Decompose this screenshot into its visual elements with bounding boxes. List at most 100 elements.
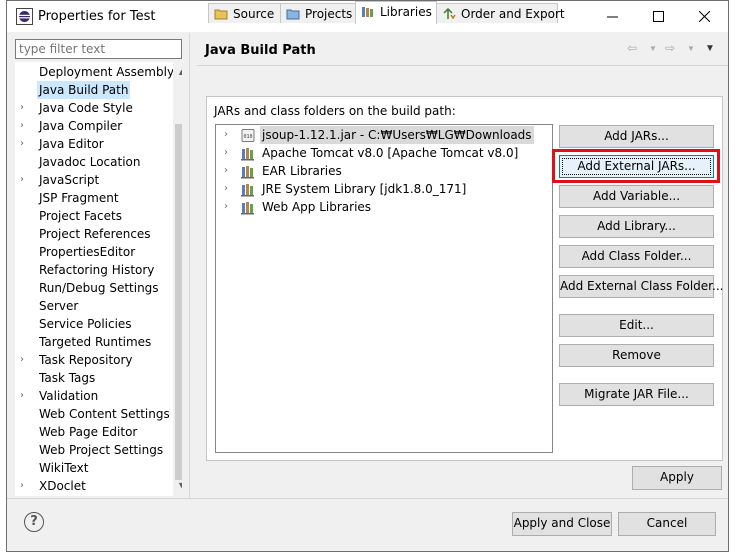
tab-libraries[interactable]: Libraries (355, 1, 437, 24)
tree-item[interactable]: JSP Fragment (15, 189, 165, 207)
tree-item-label: Project References (39, 227, 151, 241)
scroll-up-icon[interactable]: ▲ (173, 64, 182, 81)
tree-item[interactable]: Project References (15, 225, 165, 243)
sash[interactable] (189, 33, 190, 498)
expand-arrow-icon[interactable]: › (20, 351, 32, 369)
add-jars-button[interactable]: Add JARs... (559, 125, 714, 148)
apply-and-close-button[interactable]: Apply and Close (512, 512, 612, 536)
library-icon (240, 146, 256, 161)
scroll-thumb[interactable] (175, 124, 182, 480)
tree-item[interactable]: › Java Compiler (15, 117, 165, 135)
expand-arrow-icon[interactable]: › (20, 117, 32, 135)
library-icon (240, 200, 256, 215)
eclipse-icon (16, 8, 33, 25)
forward-menu-icon[interactable]: ▼ (687, 44, 695, 53)
window-title: Properties for Test (38, 9, 156, 24)
close-button[interactable] (681, 1, 727, 32)
library-entry-label: jsoup-1.12.1.jar - C:₩Users₩LG₩Downloads (260, 126, 534, 144)
tree-item-label: Refactoring History (39, 263, 155, 277)
tree-item[interactable]: Task Tags (15, 369, 165, 387)
minimize-button[interactable] (589, 1, 635, 32)
edit-button[interactable]: Edit... (559, 314, 714, 337)
add-external-jars-button[interactable]: Add External JARs... (559, 155, 714, 178)
expand-arrow-icon[interactable]: › (20, 135, 32, 153)
tree-item[interactable]: Run/Debug Settings (15, 279, 165, 297)
library-entry-label: Apache Tomcat v8.0 [Apache Tomcat v8.0] (262, 146, 519, 160)
tree-item[interactable]: Project Facets (15, 207, 165, 225)
tree-item-label: Deployment Assembly (39, 65, 175, 79)
tree-item-label: Javadoc Location (39, 155, 141, 169)
source-folder-icon (214, 9, 228, 20)
tree-scrollbar[interactable]: ▲ ▼ (173, 62, 182, 496)
jar-icon: 010 (240, 128, 256, 143)
help-icon[interactable]: ? (24, 512, 44, 532)
libraries-caption: JARs and class folders on the build path… (214, 104, 456, 118)
back-icon[interactable]: ⇦ (627, 41, 637, 55)
view-menu-icon[interactable]: ▼ (705, 43, 715, 54)
cancel-button[interactable]: Cancel (618, 512, 716, 536)
tree-item[interactable]: › XDoclet (15, 477, 165, 495)
add-variable-button[interactable]: Add Variable... (559, 185, 714, 208)
tree-item-label: JSP Fragment (39, 191, 119, 205)
libraries-panel: JARs and class folders on the build path… (206, 96, 723, 461)
tree-item[interactable]: › Java Editor (15, 135, 165, 153)
tab-order-export[interactable]: Order and Export (436, 3, 565, 23)
tree-item-label: Java Editor (39, 137, 104, 151)
library-entry-label: JRE System Library [jdk1.8.0_171] (262, 182, 467, 196)
expand-arrow-icon[interactable]: › (20, 171, 32, 189)
add-external-class-folder-button[interactable]: Add External Class Folder... (559, 275, 723, 298)
expand-arrow-icon[interactable]: › (20, 99, 32, 117)
expand-arrow-icon[interactable]: › (224, 126, 228, 144)
property-tree: Deployment Assembly Java Build Path › Java … (15, 62, 182, 496)
properties-dialog: Properties for Test Deployment Assembly J… (6, 0, 729, 552)
tree-item[interactable]: Service Policies (15, 315, 165, 333)
tree-item[interactable]: › JavaScript (15, 171, 165, 189)
header-separator (197, 65, 728, 66)
expand-arrow-icon[interactable]: › (224, 198, 228, 216)
minimize-icon (606, 16, 618, 18)
tree-item[interactable]: Deployment Assembly (15, 63, 174, 81)
tree-item[interactable]: Web Project Settings (15, 441, 165, 459)
tree-item[interactable]: Targeted Runtimes (15, 333, 165, 351)
library-entry-label: Web App Libraries (262, 200, 372, 214)
tree-item[interactable]: Java Build Path (15, 81, 165, 99)
tree-item[interactable]: › Task Repository (15, 351, 165, 369)
tree-item[interactable]: › Java Code Style (15, 99, 165, 117)
tree-item-label: Java Compiler (39, 119, 123, 133)
scroll-down-icon[interactable]: ▼ (173, 477, 182, 494)
maximize-button[interactable] (635, 1, 681, 32)
remove-button[interactable]: Remove (559, 344, 714, 367)
libraries-icon (362, 7, 373, 17)
tab-projects[interactable]: Projects (280, 3, 356, 23)
tree-item[interactable]: PropertiesEditor (15, 243, 165, 261)
maximize-icon (652, 11, 664, 22)
expand-arrow-icon[interactable]: › (224, 162, 228, 180)
tree-item[interactable]: › Validation (15, 387, 165, 405)
apply-button[interactable]: Apply (632, 466, 722, 490)
forward-icon[interactable]: ⇨ (665, 41, 675, 55)
filter-input[interactable] (15, 39, 182, 59)
tree-item[interactable]: Web Page Editor (15, 423, 165, 441)
tree-item-label: Web Project Settings (39, 443, 164, 457)
tree-item[interactable]: WikiText (15, 459, 165, 477)
tree-item-label: Web Content Settings (39, 407, 170, 421)
tree-item[interactable]: Javadoc Location (15, 153, 165, 171)
migrate-jar-button[interactable]: Migrate JAR File... (559, 383, 714, 406)
libraries-tree[interactable]: › 010 jsoup-1.12.1.jar - C:₩Users₩LG₩Downl… (215, 124, 553, 453)
tree-item[interactable]: Web Content Settings (15, 405, 170, 423)
tree-item[interactable]: Refactoring History (15, 261, 165, 279)
add-class-folder-button[interactable]: Add Class Folder... (559, 245, 714, 268)
tab-source[interactable]: Source (208, 3, 281, 23)
tree-item-label: Targeted Runtimes (39, 335, 152, 349)
expand-arrow-icon[interactable]: › (224, 180, 228, 198)
tree-item-label: Validation (39, 389, 99, 403)
back-menu-icon[interactable]: ▼ (649, 44, 657, 53)
tree-item[interactable]: Server (15, 297, 165, 315)
add-library-button[interactable]: Add Library... (559, 215, 714, 238)
tree-item-label: Java Code Style (39, 101, 133, 115)
tree-item-label: Task Tags (39, 371, 96, 385)
expand-arrow-icon[interactable]: › (224, 144, 228, 162)
tree-item-label: WikiText (39, 461, 89, 475)
expand-arrow-icon[interactable]: › (20, 387, 32, 405)
expand-arrow-icon[interactable]: › (20, 477, 32, 495)
